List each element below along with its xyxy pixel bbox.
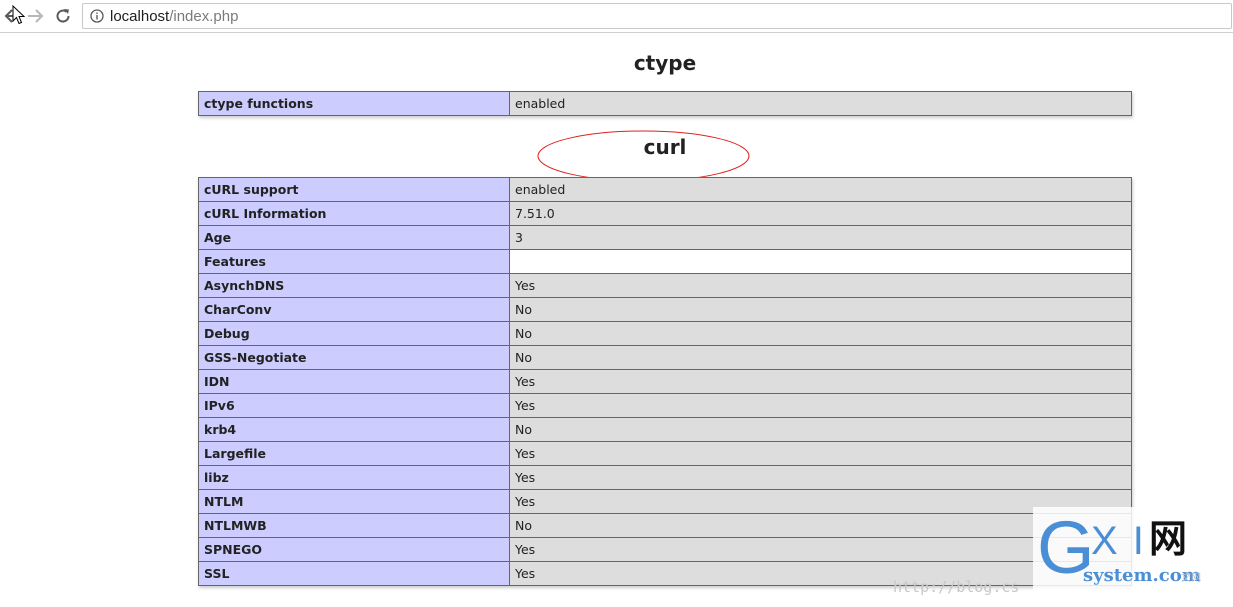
row-key: IDN <box>198 369 510 394</box>
row-key: cURL support <box>198 177 510 202</box>
row-key: Age <box>198 225 510 250</box>
table-row: cURL Information 7.51.0 <box>198 201 1132 226</box>
logo-wang: 网 <box>1149 517 1188 561</box>
row-key: GSS-Negotiate <box>198 345 510 370</box>
table-row: IPv6 Yes <box>198 393 1132 418</box>
row-value: No <box>509 417 1132 442</box>
row-value: No <box>509 345 1132 370</box>
row-value: No <box>509 297 1132 322</box>
row-key: AsynchDNS <box>198 273 510 298</box>
row-key: SPNEGO <box>198 537 510 562</box>
address-bar[interactable]: localhost/index.php <box>82 3 1232 29</box>
row-value: Yes <box>509 465 1132 490</box>
logo-xi: X I <box>1091 519 1146 563</box>
reload-button[interactable] <box>52 5 74 27</box>
browser-toolbar: localhost/index.php <box>0 0 1233 33</box>
table-row: CharConv No <box>198 297 1132 322</box>
row-value: 3 <box>509 225 1132 250</box>
table-row: Age 3 <box>198 225 1132 250</box>
row-key: IPv6 <box>198 393 510 418</box>
section-title-curl: curl <box>643 135 687 159</box>
row-key: Debug <box>198 321 510 346</box>
row-key: CharConv <box>198 297 510 322</box>
row-key: SSL <box>198 561 510 586</box>
row-value: enabled <box>509 177 1132 202</box>
row-value <box>509 249 1132 274</box>
mouse-cursor-icon <box>12 5 26 25</box>
table-row: Debug No <box>198 321 1132 346</box>
watermark-logo: G X I 网 system.com 文网 <box>1033 507 1233 607</box>
url-path: /index.php <box>169 7 239 25</box>
row-value: enabled <box>509 91 1132 116</box>
watermark-url: http://blog.cs <box>893 578 1020 596</box>
row-key: libz <box>198 465 510 490</box>
table-row: Features <box>198 249 1132 274</box>
table-row: SPNEGO Yes <box>198 537 1132 562</box>
forward-button[interactable] <box>24 5 46 27</box>
table-row: GSS-Negotiate No <box>198 345 1132 370</box>
table-row: cURL support enabled <box>198 177 1132 202</box>
row-key: Largefile <box>198 441 510 466</box>
row-value: Yes <box>509 369 1132 394</box>
arrow-right-icon <box>28 9 44 23</box>
table-row: ctype functions enabled <box>198 91 1132 116</box>
row-value: 7.51.0 <box>509 201 1132 226</box>
ctype-table: ctype functions enabled <box>198 91 1132 116</box>
logo-sub: 文网 <box>1181 573 1201 584</box>
row-key: ctype functions <box>198 91 510 116</box>
row-key: Features <box>198 249 510 274</box>
table-row: IDN Yes <box>198 369 1132 394</box>
row-value: No <box>509 321 1132 346</box>
info-icon[interactable] <box>90 9 104 23</box>
curl-table: cURL support enabled cURL Information 7.51.… <box>198 177 1132 586</box>
row-key: cURL Information <box>198 201 510 226</box>
table-row: NTLM Yes <box>198 489 1132 514</box>
table-row: Largefile Yes <box>198 441 1132 466</box>
row-key: NTLM <box>198 489 510 514</box>
row-key: NTLMWB <box>198 513 510 538</box>
section-title-ctype: ctype <box>633 51 697 75</box>
url-host: localhost <box>110 7 170 25</box>
reload-icon <box>56 9 70 23</box>
row-value: Yes <box>509 441 1132 466</box>
table-row: krb4 No <box>198 417 1132 442</box>
row-value: Yes <box>509 273 1132 298</box>
row-value: Yes <box>509 393 1132 418</box>
table-row: libz Yes <box>198 465 1132 490</box>
table-row: NTLMWB No <box>198 513 1132 538</box>
table-row: AsynchDNS Yes <box>198 273 1132 298</box>
row-key: krb4 <box>198 417 510 442</box>
